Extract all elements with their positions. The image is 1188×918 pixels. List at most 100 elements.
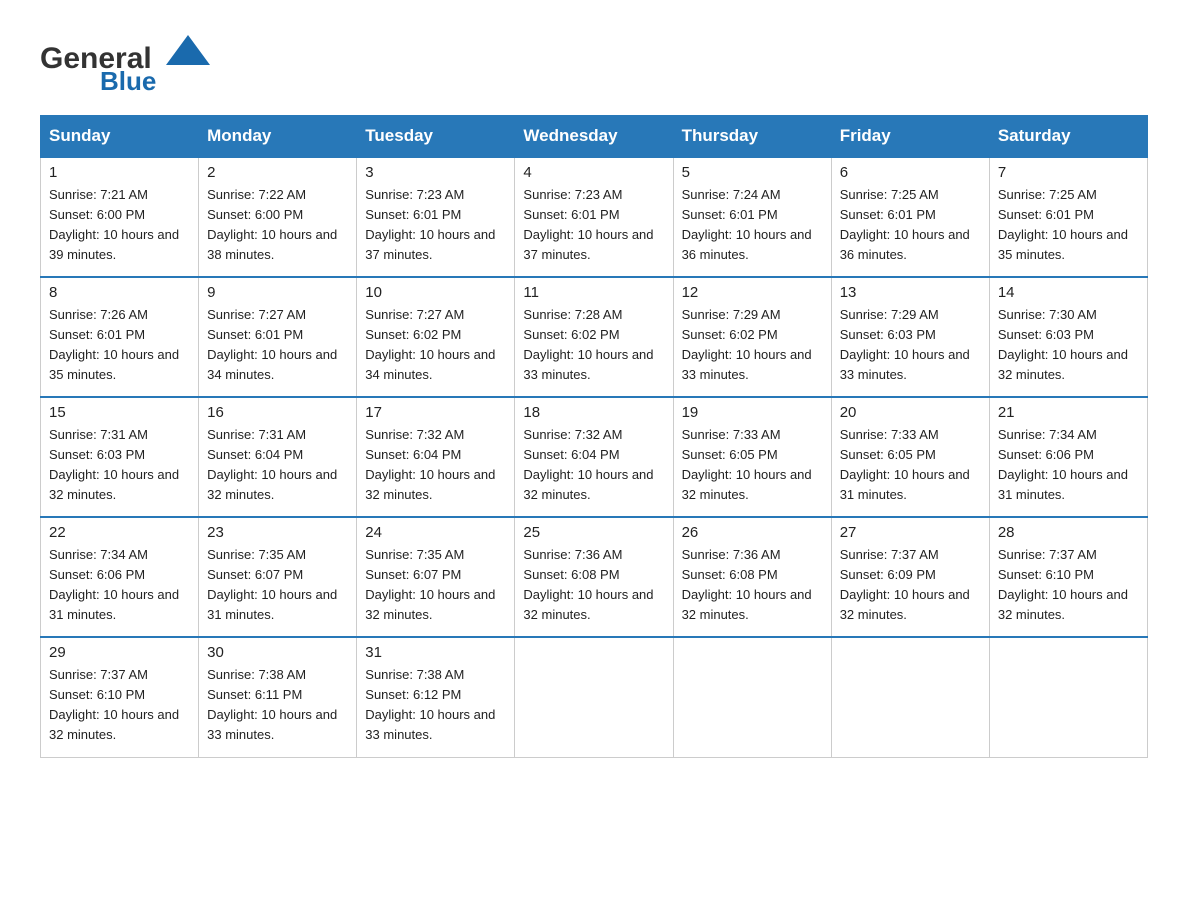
- day-cell-13: 13 Sunrise: 7:29 AMSunset: 6:03 PMDayligh…: [831, 277, 989, 397]
- day-cell-9: 9 Sunrise: 7:27 AMSunset: 6:01 PMDaylight…: [199, 277, 357, 397]
- day-info: Sunrise: 7:32 AMSunset: 6:04 PMDaylight:…: [523, 425, 664, 506]
- day-cell-8: 8 Sunrise: 7:26 AMSunset: 6:01 PMDaylight…: [41, 277, 199, 397]
- day-cell-19: 19 Sunrise: 7:33 AMSunset: 6:05 PMDayligh…: [673, 397, 831, 517]
- day-info: Sunrise: 7:34 AMSunset: 6:06 PMDaylight:…: [998, 425, 1139, 506]
- day-number: 13: [840, 284, 981, 301]
- week-row-2: 8 Sunrise: 7:26 AMSunset: 6:01 PMDaylight…: [41, 277, 1148, 397]
- day-number: 10: [365, 284, 506, 301]
- day-info: Sunrise: 7:29 AMSunset: 6:02 PMDaylight:…: [682, 305, 823, 386]
- day-info: Sunrise: 7:34 AMSunset: 6:06 PMDaylight:…: [49, 545, 190, 626]
- day-info: Sunrise: 7:27 AMSunset: 6:01 PMDaylight:…: [207, 305, 348, 386]
- day-number: 23: [207, 524, 348, 541]
- day-info: Sunrise: 7:38 AMSunset: 6:12 PMDaylight:…: [365, 665, 506, 746]
- day-number: 3: [365, 164, 506, 181]
- header-wednesday: Wednesday: [515, 116, 673, 158]
- day-number: 17: [365, 404, 506, 421]
- day-number: 12: [682, 284, 823, 301]
- day-info: Sunrise: 7:29 AMSunset: 6:03 PMDaylight:…: [840, 305, 981, 386]
- day-number: 1: [49, 164, 190, 181]
- day-number: 21: [998, 404, 1139, 421]
- day-info: Sunrise: 7:33 AMSunset: 6:05 PMDaylight:…: [682, 425, 823, 506]
- day-cell-31: 31 Sunrise: 7:38 AMSunset: 6:12 PMDayligh…: [357, 637, 515, 757]
- day-number: 14: [998, 284, 1139, 301]
- day-number: 27: [840, 524, 981, 541]
- day-cell-26: 26Sunrise: 7:36 AMSunset: 6:08 PMDayligh…: [673, 517, 831, 637]
- day-number: 5: [682, 164, 823, 181]
- header-sunday: Sunday: [41, 116, 199, 158]
- day-number: 4: [523, 164, 664, 181]
- day-cell-6: 6 Sunrise: 7:25 AMSunset: 6:01 PMDaylight…: [831, 157, 989, 277]
- empty-cell: [989, 637, 1147, 757]
- logo: General Blue: [40, 30, 230, 95]
- calendar-table: SundayMondayTuesdayWednesdayThursdayFrid…: [40, 115, 1148, 758]
- day-cell-16: 16 Sunrise: 7:31 AMSunset: 6:04 PMDayligh…: [199, 397, 357, 517]
- day-cell-21: 21 Sunrise: 7:34 AMSunset: 6:06 PMDayligh…: [989, 397, 1147, 517]
- day-info: Sunrise: 7:37 AMSunset: 6:10 PMDaylight:…: [49, 665, 190, 746]
- day-cell-30: 30 Sunrise: 7:38 AMSunset: 6:11 PMDayligh…: [199, 637, 357, 757]
- day-info: Sunrise: 7:35 AMSunset: 6:07 PMDaylight:…: [365, 545, 506, 626]
- day-info: Sunrise: 7:37 AMSunset: 6:09 PMDaylight:…: [840, 545, 981, 626]
- day-number: 7: [998, 164, 1139, 181]
- week-row-5: 29 Sunrise: 7:37 AMSunset: 6:10 PMDayligh…: [41, 637, 1148, 757]
- day-info: Sunrise: 7:36 AMSunset: 6:08 PMDaylight:…: [523, 545, 664, 626]
- day-number: 24: [365, 524, 506, 541]
- header-friday: Friday: [831, 116, 989, 158]
- day-info: Sunrise: 7:35 AMSunset: 6:07 PMDaylight:…: [207, 545, 348, 626]
- day-info: Sunrise: 7:30 AMSunset: 6:03 PMDaylight:…: [998, 305, 1139, 386]
- day-number: 26: [682, 524, 823, 541]
- day-cell-28: 28 Sunrise: 7:37 AMSunset: 6:10 PMDayligh…: [989, 517, 1147, 637]
- day-cell-7: 7 Sunrise: 7:25 AMSunset: 6:01 PMDaylight…: [989, 157, 1147, 277]
- day-number: 31: [365, 644, 506, 661]
- empty-cell: [515, 637, 673, 757]
- week-row-3: 15Sunrise: 7:31 AMSunset: 6:03 PMDayligh…: [41, 397, 1148, 517]
- day-info: Sunrise: 7:31 AMSunset: 6:03 PMDaylight:…: [49, 425, 190, 506]
- day-cell-3: 3 Sunrise: 7:23 AMSunset: 6:01 PMDaylight…: [357, 157, 515, 277]
- day-info: Sunrise: 7:25 AMSunset: 6:01 PMDaylight:…: [998, 185, 1139, 266]
- day-cell-2: 2 Sunrise: 7:22 AMSunset: 6:00 PMDaylight…: [199, 157, 357, 277]
- day-cell-12: 12 Sunrise: 7:29 AMSunset: 6:02 PMDayligh…: [673, 277, 831, 397]
- day-cell-25: 25 Sunrise: 7:36 AMSunset: 6:08 PMDayligh…: [515, 517, 673, 637]
- day-info: Sunrise: 7:23 AMSunset: 6:01 PMDaylight:…: [523, 185, 664, 266]
- header-saturday: Saturday: [989, 116, 1147, 158]
- day-number: 30: [207, 644, 348, 661]
- day-cell-29: 29 Sunrise: 7:37 AMSunset: 6:10 PMDayligh…: [41, 637, 199, 757]
- day-info: Sunrise: 7:23 AMSunset: 6:01 PMDaylight:…: [365, 185, 506, 266]
- header-thursday: Thursday: [673, 116, 831, 158]
- day-cell-20: 20Sunrise: 7:33 AMSunset: 6:05 PMDayligh…: [831, 397, 989, 517]
- day-number: 29: [49, 644, 190, 661]
- day-info: Sunrise: 7:33 AMSunset: 6:05 PMDaylight:…: [840, 425, 981, 506]
- day-info: Sunrise: 7:38 AMSunset: 6:11 PMDaylight:…: [207, 665, 348, 746]
- day-cell-23: 23 Sunrise: 7:35 AMSunset: 6:07 PMDayligh…: [199, 517, 357, 637]
- header-monday: Monday: [199, 116, 357, 158]
- header-tuesday: Tuesday: [357, 116, 515, 158]
- day-info: Sunrise: 7:22 AMSunset: 6:00 PMDaylight:…: [207, 185, 348, 266]
- empty-cell: [831, 637, 989, 757]
- day-number: 8: [49, 284, 190, 301]
- week-row-4: 22Sunrise: 7:34 AMSunset: 6:06 PMDayligh…: [41, 517, 1148, 637]
- day-number: 25: [523, 524, 664, 541]
- day-cell-17: 17Sunrise: 7:32 AMSunset: 6:04 PMDayligh…: [357, 397, 515, 517]
- day-cell-14: 14 Sunrise: 7:30 AMSunset: 6:03 PMDayligh…: [989, 277, 1147, 397]
- day-info: Sunrise: 7:27 AMSunset: 6:02 PMDaylight:…: [365, 305, 506, 386]
- day-number: 6: [840, 164, 981, 181]
- day-info: Sunrise: 7:25 AMSunset: 6:01 PMDaylight:…: [840, 185, 981, 266]
- day-number: 18: [523, 404, 664, 421]
- day-info: Sunrise: 7:31 AMSunset: 6:04 PMDaylight:…: [207, 425, 348, 506]
- day-info: Sunrise: 7:24 AMSunset: 6:01 PMDaylight:…: [682, 185, 823, 266]
- svg-text:Blue: Blue: [100, 66, 156, 95]
- days-header-row: SundayMondayTuesdayWednesdayThursdayFrid…: [41, 116, 1148, 158]
- day-cell-18: 18 Sunrise: 7:32 AMSunset: 6:04 PMDayligh…: [515, 397, 673, 517]
- page-header: General Blue: [40, 30, 1148, 95]
- day-number: 11: [523, 284, 664, 301]
- day-cell-11: 11Sunrise: 7:28 AMSunset: 6:02 PMDayligh…: [515, 277, 673, 397]
- day-info: Sunrise: 7:21 AMSunset: 6:00 PMDaylight:…: [49, 185, 190, 266]
- week-row-1: 1 Sunrise: 7:21 AMSunset: 6:00 PMDaylight…: [41, 157, 1148, 277]
- day-info: Sunrise: 7:37 AMSunset: 6:10 PMDaylight:…: [998, 545, 1139, 626]
- day-number: 9: [207, 284, 348, 301]
- day-info: Sunrise: 7:26 AMSunset: 6:01 PMDaylight:…: [49, 305, 190, 386]
- day-number: 19: [682, 404, 823, 421]
- day-number: 2: [207, 164, 348, 181]
- day-number: 16: [207, 404, 348, 421]
- day-number: 28: [998, 524, 1139, 541]
- day-cell-10: 10 Sunrise: 7:27 AMSunset: 6:02 PMDayligh…: [357, 277, 515, 397]
